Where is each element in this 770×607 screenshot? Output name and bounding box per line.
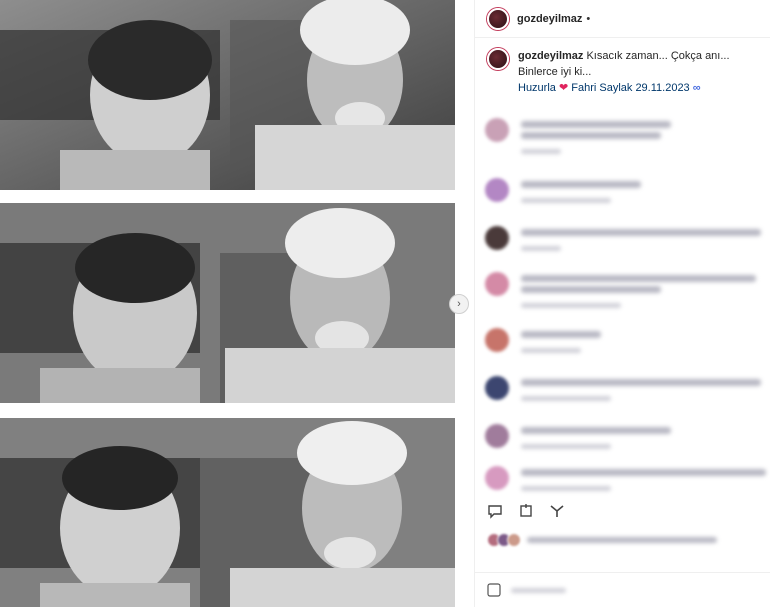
list-item <box>485 328 601 353</box>
caption-text-block: gozdeyilmaz Kısacık zaman... Çokça anı..… <box>518 48 760 96</box>
comment-button[interactable] <box>487 503 503 519</box>
post-media: › <box>0 0 470 607</box>
post-header: gozdeyilmaz • <box>475 0 770 38</box>
save-button[interactable] <box>549 503 565 519</box>
list-item <box>485 376 761 401</box>
list-item <box>485 178 641 203</box>
avatar[interactable] <box>485 118 509 142</box>
caption-suffix: Fahri Saylak 29.11.2023 <box>571 82 690 94</box>
post-photo <box>0 0 455 190</box>
share-button[interactable] <box>518 503 534 519</box>
list-item <box>485 118 671 154</box>
avatar[interactable] <box>485 466 509 490</box>
add-comment-bar[interactable] <box>475 572 770 607</box>
list-item <box>485 466 766 491</box>
caption-prefix: Huzurla <box>518 82 556 94</box>
avatar[interactable] <box>485 328 509 352</box>
post-photo <box>0 203 455 403</box>
post-side-panel: gozdeyilmaz • gozdeyilmaz Kısacık zaman.… <box>474 0 770 607</box>
header-separator: • <box>586 12 591 25</box>
avatar[interactable] <box>487 7 509 30</box>
author-username[interactable]: gozdeyilmaz <box>517 13 582 25</box>
avatar[interactable] <box>485 178 509 202</box>
post-photo <box>0 418 455 607</box>
post-caption: gozdeyilmaz Kısacık zaman... Çokça anı..… <box>475 38 770 102</box>
emoji-icon[interactable] <box>487 583 501 597</box>
caption-avatar[interactable] <box>487 48 509 70</box>
post-actions <box>487 503 565 519</box>
comment-icon <box>488 505 502 519</box>
bookmark-icon <box>550 505 564 517</box>
avatar[interactable] <box>485 424 509 448</box>
caption-line-2: Huzurla ❤ Fahri Saylak 29.11.2023 ∞ <box>518 80 760 96</box>
list-item <box>485 226 761 251</box>
caption-username[interactable]: gozdeyilmaz <box>518 50 583 62</box>
infinity-icon: ∞ <box>692 82 701 94</box>
avatar[interactable] <box>485 376 509 400</box>
share-icon <box>520 504 532 517</box>
avatar[interactable] <box>485 226 509 250</box>
list-item <box>485 424 671 449</box>
next-photo-button[interactable]: › <box>449 294 469 314</box>
chevron-right-icon: › <box>457 298 461 310</box>
list-item <box>485 272 756 308</box>
avatar[interactable] <box>485 272 509 296</box>
heart-icon: ❤ <box>558 82 569 94</box>
likes-row[interactable] <box>487 533 717 547</box>
